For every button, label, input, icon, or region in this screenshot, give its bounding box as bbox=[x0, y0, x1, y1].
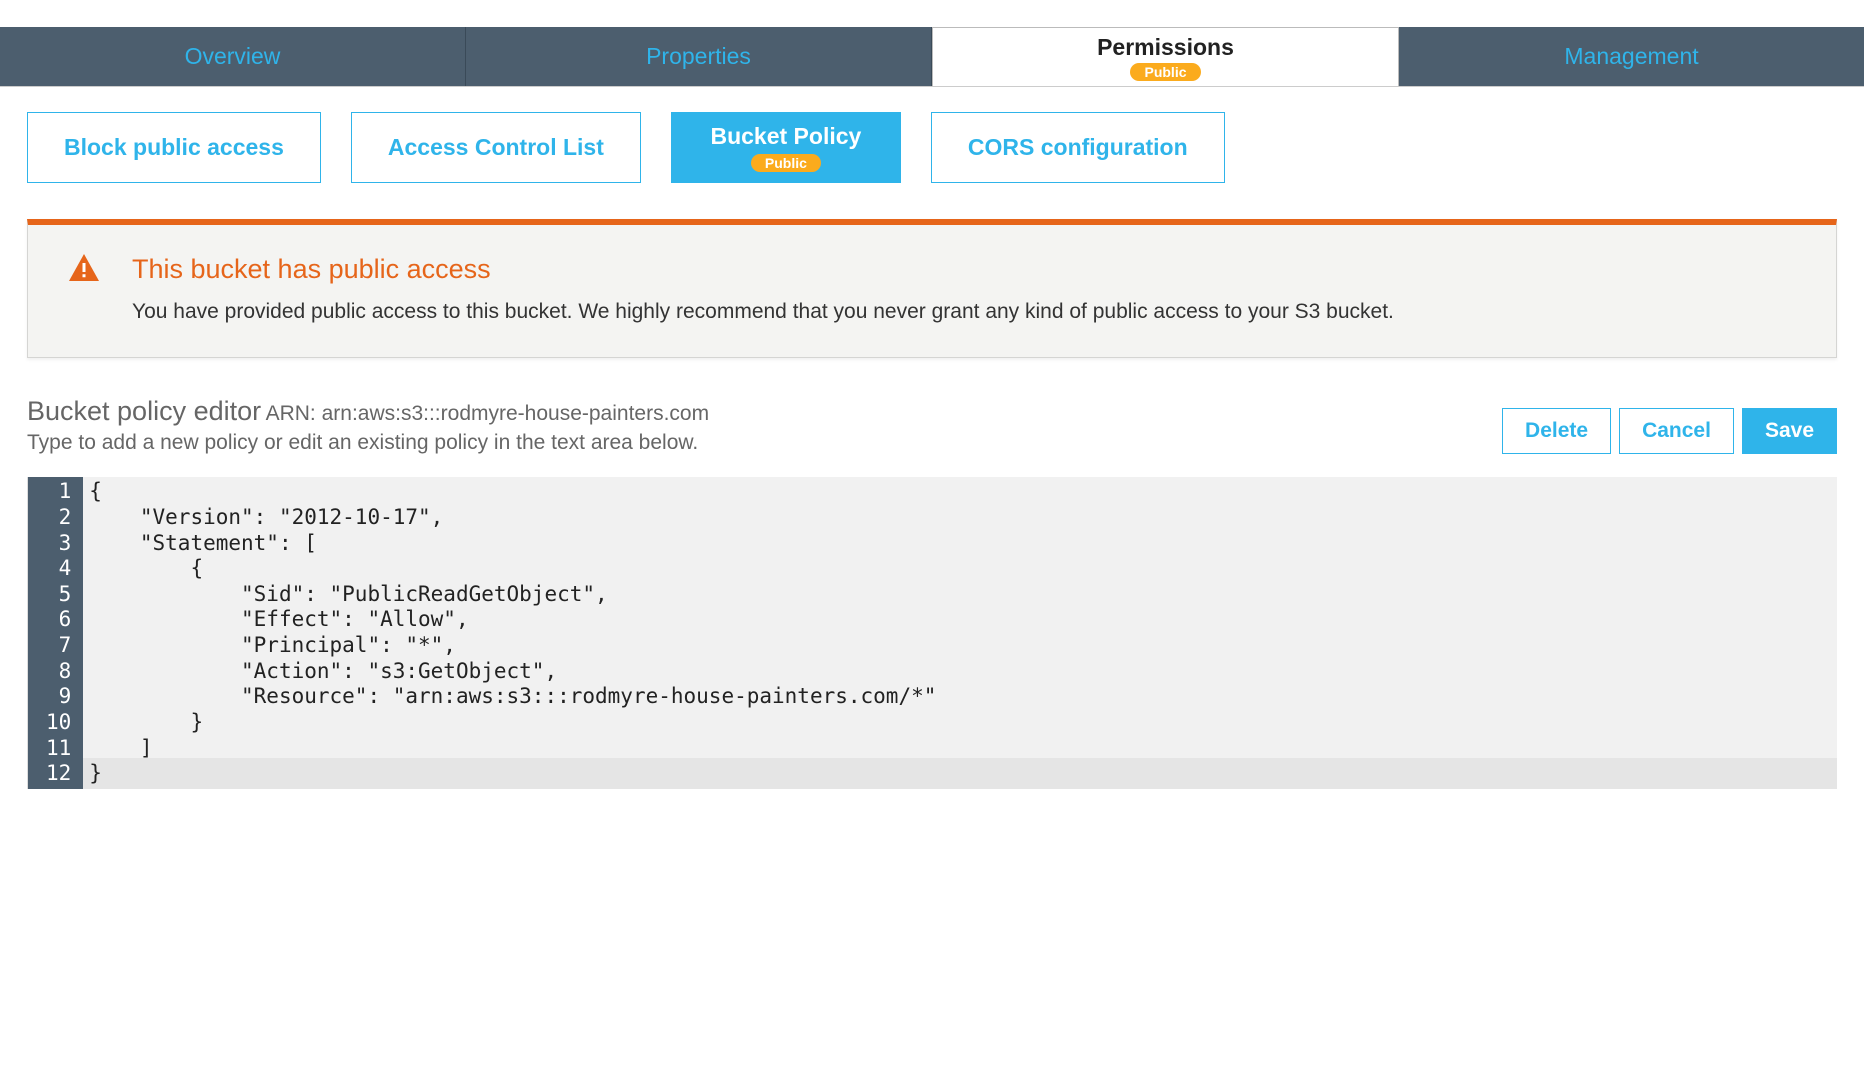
subtab-bucket-policy[interactable]: Bucket Policy Public bbox=[671, 112, 901, 183]
editor-buttons: Delete Cancel Save bbox=[1502, 408, 1837, 454]
editor-arn-value: arn:aws:s3:::rodmyre-house-painters.com bbox=[322, 402, 710, 425]
subtab-block-public-access[interactable]: Block public access bbox=[27, 112, 321, 183]
editor-header: Bucket policy editor ARN: arn:aws:s3:::r… bbox=[27, 396, 1837, 455]
warning-header: This bucket has public access bbox=[66, 251, 1798, 287]
editor-subtitle: Type to add a new policy or edit an exis… bbox=[27, 431, 709, 455]
tab-management[interactable]: Management bbox=[1399, 27, 1864, 86]
line-number-gutter: 123456789101112 bbox=[28, 477, 83, 788]
policy-editor[interactable]: 123456789101112 { "Version": "2012-10-17… bbox=[27, 477, 1837, 788]
public-badge: Public bbox=[1130, 63, 1200, 81]
editor-title: Bucket policy editor bbox=[27, 396, 261, 426]
cancel-button[interactable]: Cancel bbox=[1619, 408, 1734, 454]
public-badge: Public bbox=[751, 154, 821, 172]
warning-body: You have provided public access to this … bbox=[132, 297, 1798, 327]
tab-properties[interactable]: Properties bbox=[466, 27, 932, 86]
delete-button[interactable]: Delete bbox=[1502, 408, 1611, 454]
tab-overview[interactable]: Overview bbox=[0, 27, 466, 86]
save-button[interactable]: Save bbox=[1742, 408, 1837, 454]
editor-arn-label: ARN: bbox=[266, 402, 322, 425]
policy-textarea[interactable]: { "Version": "2012-10-17", "Statement": … bbox=[83, 477, 1837, 788]
editor-title-block: Bucket policy editor ARN: arn:aws:s3:::r… bbox=[27, 396, 709, 455]
permission-subtabs: Block public access Access Control List … bbox=[27, 112, 1837, 183]
subtab-bucket-policy-label: Bucket Policy bbox=[710, 123, 861, 150]
subtab-cors-configuration[interactable]: CORS configuration bbox=[931, 112, 1225, 183]
warning-icon bbox=[66, 251, 102, 287]
tab-permissions-label: Permissions bbox=[1097, 34, 1234, 61]
public-access-warning: This bucket has public access You have p… bbox=[27, 219, 1837, 358]
tab-permissions[interactable]: Permissions Public bbox=[932, 27, 1399, 86]
warning-title: This bucket has public access bbox=[132, 254, 491, 285]
main-tabs: Overview Properties Permissions Public M… bbox=[0, 27, 1864, 87]
subtab-access-control-list[interactable]: Access Control List bbox=[351, 112, 641, 183]
content-area: Block public access Access Control List … bbox=[0, 87, 1864, 789]
